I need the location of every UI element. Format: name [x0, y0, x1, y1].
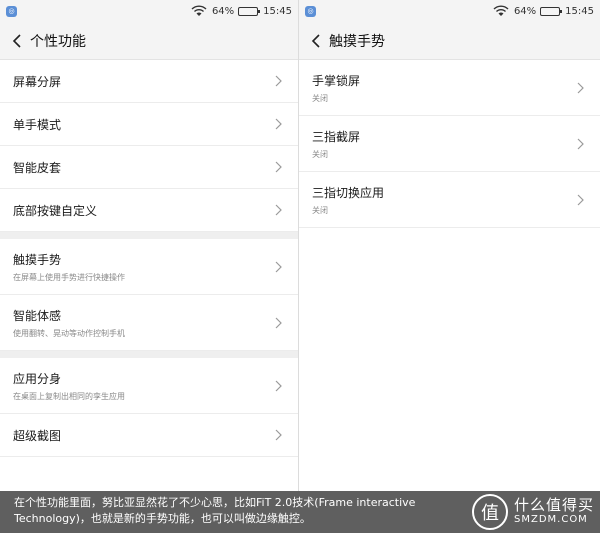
app-notification-icon: ◎: [305, 5, 316, 17]
menu-item-palm-lock[interactable]: 手掌锁屏 关闭: [299, 60, 600, 116]
wifi-icon: [493, 5, 509, 16]
chevron-right-icon: [577, 138, 584, 149]
menu-item-smart-motion[interactable]: 智能体感 使用翻转、晃动等动作控制手机: [0, 295, 298, 351]
menu-item-label: 触摸手势: [13, 252, 62, 267]
gesture-list: 手掌锁屏 关闭 三指截屏 关闭 三指切换应用 关闭: [299, 60, 600, 228]
page-title: 触摸手势: [329, 33, 385, 50]
left-screen: ◎ 64% 15:45 个性功能 屏幕分屏 单手模式 智能皮套 底部按键自定义 …: [0, 0, 299, 491]
menu-item-status: 关闭: [312, 93, 328, 103]
battery-percent: 64%: [513, 5, 537, 17]
menu-item-app-clone[interactable]: 应用分身 在桌面上复制出相同的孪生应用: [0, 358, 298, 414]
clock: 15:45: [565, 5, 594, 17]
chevron-right-icon: [275, 429, 282, 441]
menu-item-status: 关闭: [312, 149, 328, 159]
settings-group-1: 屏幕分屏 单手模式 智能皮套 底部按键自定义: [0, 60, 298, 232]
menu-item-bottom-keys[interactable]: 底部按键自定义: [0, 189, 298, 232]
title-bar: 个性功能: [0, 22, 298, 60]
chevron-right-icon: [275, 317, 282, 328]
menu-item-description: 在屏幕上使用手势进行快捷操作: [13, 272, 125, 282]
chevron-right-icon: [577, 194, 584, 205]
app-notification-icon: ◎: [6, 5, 17, 17]
menu-item-split-screen[interactable]: 屏幕分屏: [0, 60, 298, 103]
menu-item-label: 手掌锁屏: [312, 73, 361, 88]
battery-icon: [540, 6, 563, 16]
battery-icon: [238, 6, 261, 16]
screens: ◎ 64% 15:45 个性功能 屏幕分屏 单手模式 智能皮套 底部按键自定义 …: [0, 0, 600, 491]
menu-item-label: 超级截图: [13, 428, 62, 443]
menu-item-label: 屏幕分屏: [13, 74, 62, 89]
caption-text: 在个性功能里面，努比亚显然花了不少心思，比如FiT 2.0技术(Frame in…: [14, 496, 416, 525]
menu-item-one-hand-mode[interactable]: 单手模式: [0, 103, 298, 146]
menu-item-super-screenshot[interactable]: 超级截图: [0, 414, 298, 457]
chevron-right-icon: [275, 75, 282, 87]
status-bar: ◎ 64% 15:45: [0, 0, 298, 22]
menu-item-three-finger-screenshot[interactable]: 三指截屏 关闭: [299, 116, 600, 172]
status-bar: ◎ 64% 15:45: [299, 0, 600, 22]
menu-item-label: 底部按键自定义: [13, 203, 98, 218]
clock: 15:45: [263, 5, 292, 17]
title-bar: 触摸手势: [299, 22, 600, 60]
menu-item-touch-gestures[interactable]: 触摸手势 在屏幕上使用手势进行快捷操作: [0, 239, 298, 295]
menu-item-label: 智能体感: [13, 308, 62, 323]
back-arrow-icon[interactable]: [311, 33, 321, 48]
chevron-right-icon: [275, 118, 282, 130]
menu-item-status: 关闭: [312, 205, 328, 215]
wifi-icon: [191, 5, 207, 16]
section-divider: [0, 232, 298, 239]
caption-bar: 在个性功能里面，努比亚显然花了不少心思，比如FiT 2.0技术(Frame in…: [0, 491, 600, 533]
chevron-right-icon: [275, 261, 282, 272]
watermark-domain: SMZDM.COM: [514, 514, 588, 525]
chevron-right-icon: [577, 82, 584, 93]
battery-percent: 64%: [211, 5, 235, 17]
menu-item-label: 应用分身: [13, 371, 62, 386]
menu-item-label: 智能皮套: [13, 160, 62, 175]
section-divider: [0, 351, 298, 358]
watermark-logo: 值: [472, 494, 508, 530]
chevron-right-icon: [275, 204, 282, 216]
settings-group-3: 应用分身 在桌面上复制出相同的孪生应用 超级截图: [0, 358, 298, 457]
chevron-right-icon: [275, 380, 282, 391]
back-arrow-icon[interactable]: [12, 33, 22, 48]
menu-item-label: 三指切换应用: [312, 185, 385, 200]
menu-item-label: 三指截屏: [312, 129, 361, 144]
chevron-right-icon: [275, 161, 282, 173]
settings-group-2: 触摸手势 在屏幕上使用手势进行快捷操作 智能体感 使用翻转、晃动等动作控制手机: [0, 239, 298, 351]
page-title: 个性功能: [30, 33, 86, 50]
menu-item-three-finger-switch-app[interactable]: 三指切换应用 关闭: [299, 172, 600, 228]
right-screen: ◎ 64% 15:45 触摸手势 手掌锁屏 关闭 三指截屏 关闭 三指切换应用 …: [299, 0, 600, 491]
watermark-title: 什么值得买: [514, 496, 595, 514]
menu-item-label: 单手模式: [13, 117, 62, 132]
menu-item-description: 在桌面上复制出相同的孪生应用: [13, 391, 125, 401]
menu-item-smart-cover[interactable]: 智能皮套: [0, 146, 298, 189]
menu-item-description: 使用翻转、晃动等动作控制手机: [13, 328, 125, 338]
